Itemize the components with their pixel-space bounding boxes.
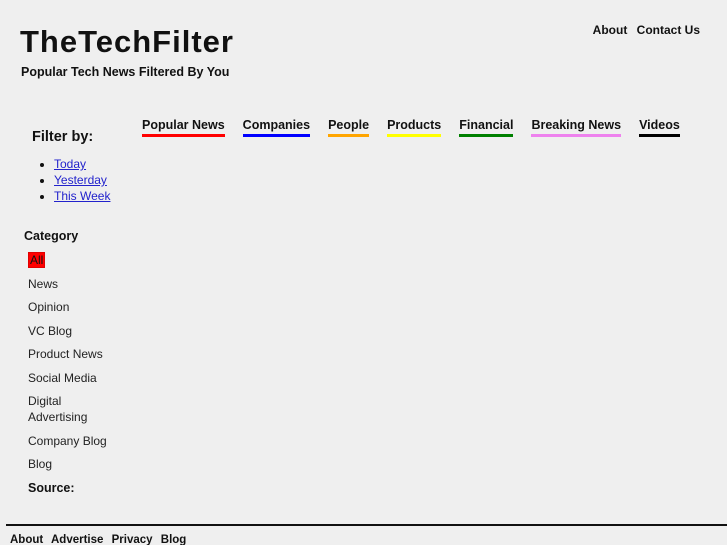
tab-videos[interactable]: Videos <box>639 117 680 137</box>
footer-privacy-link[interactable]: Privacy <box>112 534 153 545</box>
filter-yesterday-link[interactable]: Yesterday <box>54 173 107 187</box>
top-nav: About Contact Us <box>587 23 700 37</box>
page: TheTechFilter Popular Tech News Filtered… <box>0 0 727 545</box>
category-blog[interactable]: Blog <box>28 456 118 472</box>
category-heading: Category <box>24 229 79 243</box>
category-opinion[interactable]: Opinion <box>28 299 118 315</box>
tab-products[interactable]: Products <box>387 117 442 137</box>
tab-breaking-news[interactable]: Breaking News <box>531 117 622 137</box>
tab-financial[interactable]: Financial <box>459 117 514 137</box>
site-tagline: Popular Tech News Filtered By You <box>21 65 230 79</box>
footer-advertise-link[interactable]: Advertise <box>51 534 103 545</box>
footer-about-link[interactable]: About <box>10 534 43 545</box>
filter-this-week-link[interactable]: This Week <box>54 189 110 203</box>
filter-item: Today <box>54 156 110 172</box>
category-digital-advertising[interactable]: Digital Advertising <box>28 393 118 425</box>
source-heading: Source: <box>28 481 75 495</box>
tab-popular-news[interactable]: Popular News <box>142 117 225 137</box>
footer-divider <box>6 524 727 526</box>
category-list: All News Opinion VC Blog Product News So… <box>28 252 118 480</box>
category-label: Digital Advertising <box>28 394 88 424</box>
filter-today-link[interactable]: Today <box>54 157 86 171</box>
category-label: All <box>28 252 46 268</box>
nav-about-link[interactable]: About <box>593 23 628 37</box>
filter-item: Yesterday <box>54 172 110 188</box>
category-vc-blog[interactable]: VC Blog <box>28 323 118 339</box>
category-company-blog[interactable]: Company Blog <box>28 433 118 449</box>
filter-heading: Filter by: <box>32 129 94 145</box>
category-label: News <box>28 276 59 291</box>
footer-blog-link[interactable]: Blog <box>161 534 187 545</box>
category-news[interactable]: News <box>28 276 118 292</box>
category-label: Opinion <box>28 300 70 314</box>
category-label: Product News <box>28 347 103 361</box>
tab-people[interactable]: People <box>328 117 370 137</box>
category-label: Company Blog <box>28 433 107 448</box>
filter-item: This Week <box>54 188 110 204</box>
tab-companies[interactable]: Companies <box>242 117 311 137</box>
topic-tabs: Popular News Companies People Products F… <box>142 117 698 137</box>
category-social-media[interactable]: Social Media <box>28 370 118 386</box>
site-title[interactable]: TheTechFilter <box>20 24 234 60</box>
date-filter-list: Today Yesterday This Week <box>36 156 110 204</box>
category-all[interactable]: All <box>28 252 118 268</box>
category-product-news[interactable]: Product News <box>28 346 118 362</box>
category-label: Social Media <box>28 370 97 385</box>
category-label: Blog <box>28 457 53 471</box>
footer-nav: About Advertise Privacy Blog <box>10 534 191 545</box>
nav-contact-link[interactable]: Contact Us <box>637 23 700 37</box>
category-label: VC Blog <box>28 323 73 338</box>
